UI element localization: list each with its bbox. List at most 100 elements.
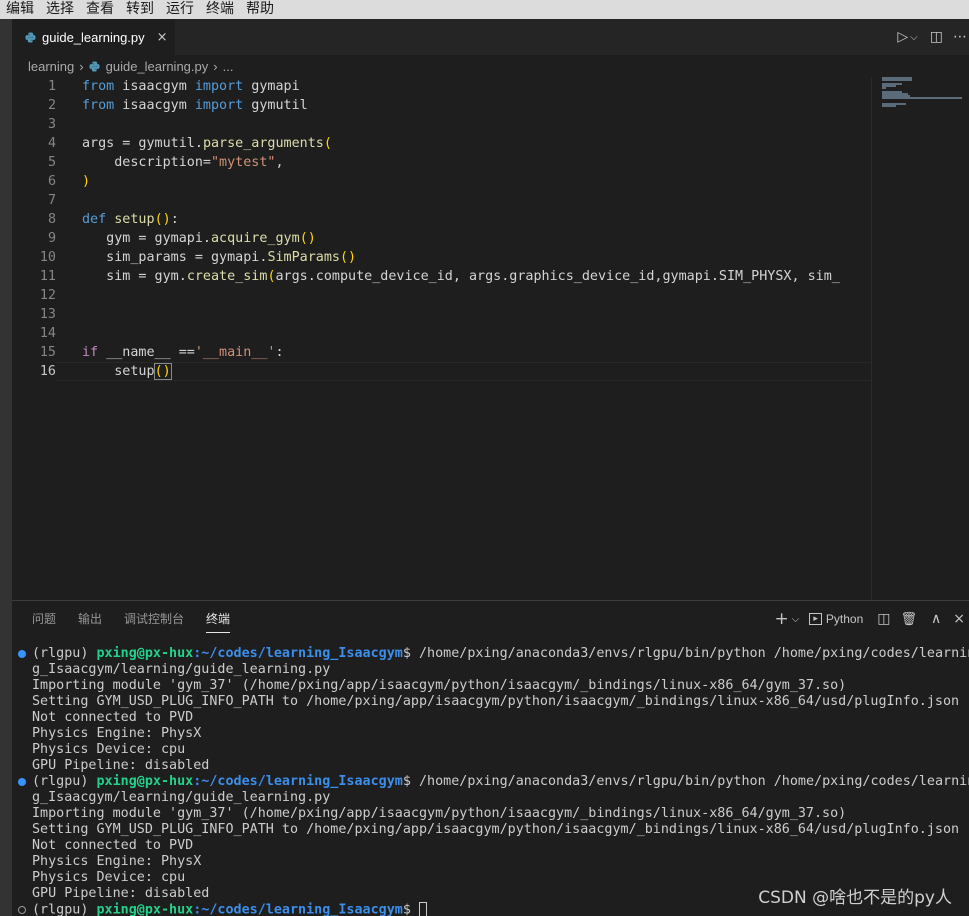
code-token: setup: [82, 364, 155, 379]
trash-icon[interactable]: 🗑: [901, 612, 918, 627]
menu-item[interactable]: 帮助: [240, 0, 280, 19]
line-number: 3: [47, 117, 56, 132]
close-icon[interactable]: ×: [157, 30, 168, 45]
code-text: args = gymutil.parse_arguments(: [82, 134, 332, 153]
python-file-icon: [89, 60, 100, 72]
editor-actions: ▷ ⌵ ◫ ⋯: [889, 19, 969, 55]
code-line[interactable]: 13: [12, 305, 871, 324]
chevron-down-icon[interactable]: ⌵: [792, 614, 800, 625]
line-number: 11: [39, 269, 56, 284]
code-token: gymutil: [243, 98, 308, 113]
code-line[interactable]: 8 def setup():: [12, 210, 871, 229]
menu-item[interactable]: 查看: [80, 0, 120, 19]
code-token: parse_arguments: [202, 136, 324, 151]
command-decoration-icon[interactable]: [18, 650, 26, 658]
code-text: gym = gymapi.acquire_gym(): [82, 229, 316, 248]
code-line[interactable]: 10 sim_params = gymapi.SimParams(): [12, 248, 871, 267]
code-line[interactable]: 6): [12, 172, 871, 191]
code-token: create_sim: [186, 269, 268, 284]
code-text: def setup():: [82, 210, 179, 229]
code-token: "mytest": [211, 155, 276, 170]
maximize-panel-icon[interactable]: ∧: [931, 611, 941, 627]
code-line[interactable]: 14: [12, 324, 871, 343]
terminal-line: (rlgpu) pxing@px-hux:~/codes/learning_Is…: [32, 774, 969, 790]
command-decoration-icon[interactable]: [18, 778, 26, 786]
menu-item[interactable]: 编辑: [0, 0, 40, 19]
code-token: sim = gym.: [82, 269, 187, 284]
menu-item[interactable]: 终端: [200, 0, 240, 19]
code-line[interactable]: 7: [12, 191, 871, 210]
terminal-cursor: [418, 902, 427, 916]
code-token: SimParams: [267, 250, 340, 265]
code-token: import: [194, 79, 244, 94]
line-number: 5: [47, 155, 56, 170]
more-actions-icon[interactable]: ⋯: [953, 29, 967, 45]
command-decoration-icon[interactable]: [18, 906, 26, 914]
terminal-line: Not connected to PVD: [32, 838, 194, 853]
code-token: from: [82, 79, 115, 94]
minimap[interactable]: [871, 77, 969, 600]
line-number: 6: [47, 174, 56, 189]
code-token: import: [194, 98, 244, 113]
menu-item[interactable]: 运行: [160, 0, 200, 19]
code-token: if: [82, 345, 99, 360]
code-line[interactable]: 9 gym = gymapi.acquire_gym(): [12, 229, 871, 248]
menu-item[interactable]: 选择: [40, 0, 80, 19]
code-token: :: [275, 345, 284, 360]
code-line[interactable]: 15 if __name__ =='__main__':: [12, 343, 871, 362]
run-icon[interactable]: ▷: [897, 29, 908, 45]
terminal-line: g_Isaacgym/learning/guide_learning.py: [32, 790, 331, 805]
code-line[interactable]: 5 description="mytest",: [12, 153, 871, 172]
code-line[interactable]: 4 args = gymutil.parse_arguments(: [12, 134, 871, 153]
tab-guide-learning[interactable]: guide_learning.py ×: [12, 19, 175, 55]
code-token: ): [82, 174, 91, 189]
line-number: 7: [47, 193, 56, 208]
prompt-env: (rlgpu): [32, 902, 97, 916]
watermark: CSDN @啥也不是的py人: [758, 888, 952, 908]
terminal-line: Setting GYM_USD_PLUG_INFO_PATH to /home/…: [32, 694, 960, 709]
line-number: 9: [47, 231, 56, 246]
code-line[interactable]: 2 from isaacgym import gymutil: [12, 96, 871, 115]
code-line[interactable]: 1 from isaacgym import gymapi: [12, 77, 871, 96]
code-token: args.compute_device_id, args.graphics_de…: [275, 269, 840, 284]
code-line[interactable]: 3: [12, 115, 871, 134]
code-token: setup: [114, 212, 155, 227]
terminal-line: Physics Engine: PhysX: [32, 726, 202, 741]
terminal-line: (rlgpu) pxing@px-hux:~/codes/learning_Is…: [32, 902, 427, 916]
line-number: 10: [39, 250, 56, 265]
prompt-env: (rlgpu): [32, 646, 97, 661]
add-terminal-icon[interactable]: +: [775, 609, 789, 629]
line-number: 8: [47, 212, 56, 227]
line-number: 2: [47, 98, 56, 113]
minimap-line: [882, 97, 962, 99]
terminal-line: Importing module 'gym_37' (/home/pxing/a…: [32, 806, 847, 821]
code-line[interactable]: 16 setup(): [12, 362, 871, 381]
close-panel-icon[interactable]: ×: [953, 611, 965, 627]
python-file-icon: [25, 32, 36, 43]
terminal-line: Physics Engine: PhysX: [32, 854, 202, 869]
prompt-path: :~/codes/learning_Isaacgym: [193, 774, 403, 789]
breadcrumb-folder[interactable]: learning: [28, 59, 74, 74]
breadcrumb-symbol[interactable]: ...: [223, 59, 234, 74]
panel-tab[interactable]: 输出: [78, 610, 102, 633]
code-editor[interactable]: 1 from isaacgym import gymapi 2 from isaacg…: [12, 77, 871, 600]
line-number: 1: [47, 79, 56, 94]
split-editor-icon[interactable]: ◫: [930, 29, 943, 45]
code-token: from: [82, 98, 115, 113]
code-line[interactable]: 12: [12, 286, 871, 305]
code-token: :: [170, 212, 179, 227]
activity-bar-edge: [0, 19, 12, 916]
prompt-user: pxing@px-hux: [96, 902, 194, 916]
panel-tab[interactable]: 问题: [32, 610, 56, 633]
menu-item[interactable]: 转到: [120, 0, 160, 19]
panel-tab[interactable]: 调试控制台: [124, 610, 184, 633]
panel-tab[interactable]: 终端: [206, 610, 231, 633]
split-terminal-icon[interactable]: ◫: [877, 611, 890, 627]
breadcrumb-file[interactable]: guide_learning.py: [106, 59, 209, 74]
code-line[interactable]: 11 sim = gym.create_sim(args.compute_dev…: [12, 267, 871, 286]
terminal-line: Setting GYM_USD_PLUG_INFO_PATH to /home/…: [32, 822, 960, 837]
run-dropdown-icon[interactable]: ⌵: [910, 32, 918, 43]
editor-tab-bar: guide_learning.py × ▷ ⌵ ◫ ⋯: [12, 19, 969, 55]
line-number: 13: [39, 307, 56, 322]
terminal-shell-label[interactable]: Python: [826, 612, 863, 626]
